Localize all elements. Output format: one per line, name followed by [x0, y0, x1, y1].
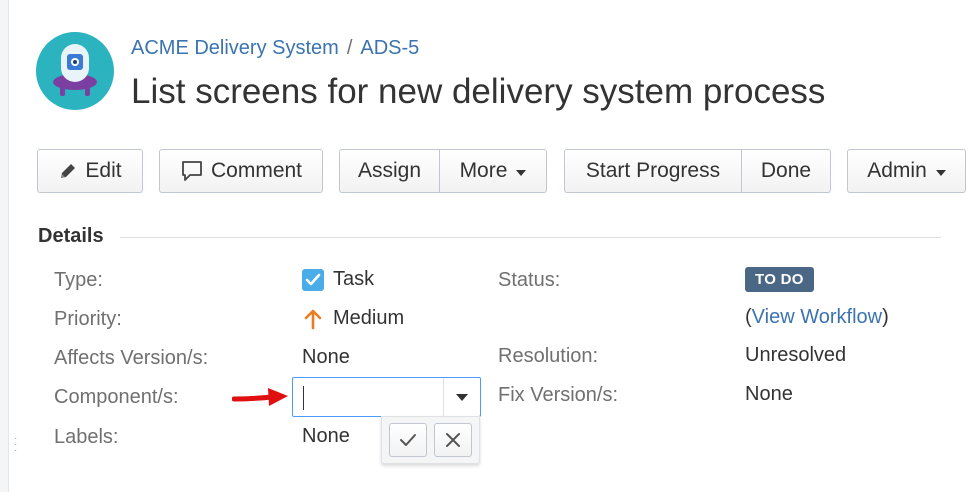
dropdown-caret-icon — [935, 169, 946, 176]
component-dropdown-toggle[interactable] — [443, 378, 480, 416]
inline-edit-save-panel — [381, 416, 480, 464]
priority-value-text: Medium — [333, 307, 405, 329]
project-avatar-icon[interactable] — [36, 32, 114, 110]
more-dropdown-button[interactable]: More — [440, 149, 547, 193]
comment-button-label: Comment — [210, 159, 303, 182]
start-progress-label: Start Progress — [585, 159, 721, 182]
text-cursor — [303, 386, 304, 410]
component-input[interactable] — [292, 377, 481, 417]
breadcrumb-project-link[interactable]: ACME Delivery System — [131, 37, 339, 59]
resolution-label: Resolution: — [498, 345, 599, 367]
save-button[interactable] — [389, 423, 427, 457]
labels-value[interactable]: None — [302, 425, 350, 448]
dropdown-caret-icon — [516, 169, 527, 176]
priority-label: Priority: — [54, 308, 122, 330]
view-workflow: (View Workflow) — [745, 306, 889, 329]
affects-version-value[interactable]: None — [302, 346, 350, 369]
start-progress-button[interactable]: Start Progress — [564, 149, 742, 193]
breadcrumb: ACME Delivery System / ADS-5 — [131, 37, 419, 60]
more-button-label: More — [459, 159, 508, 182]
edit-button-label: Edit — [85, 159, 122, 182]
workflow-close-paren: ) — [882, 306, 889, 328]
component-label: Component/s: — [54, 386, 179, 408]
dropdown-caret-icon — [456, 393, 468, 401]
type-label: Type: — [54, 269, 103, 291]
task-checkbox-icon — [302, 268, 324, 291]
details-divider — [120, 237, 941, 238]
comment-icon — [182, 161, 202, 181]
status-badge: TO DO — [745, 267, 814, 292]
type-value-text: Task — [333, 268, 375, 290]
assign-button-label: Assign — [357, 159, 422, 182]
annotation-arrow-icon — [232, 388, 288, 406]
status-label: Status: — [498, 269, 561, 291]
page-title: List screens for new delivery system pro… — [131, 72, 826, 111]
resolution-value: Unresolved — [745, 344, 847, 366]
workflow-open-paren: ( — [745, 306, 752, 328]
priority-value: Medium — [302, 307, 404, 330]
admin-button-label: Admin — [867, 159, 927, 182]
pencil-icon — [61, 164, 76, 178]
resize-grip-icon[interactable]: · · · — [14, 434, 17, 456]
view-workflow-link[interactable]: View Workflow — [752, 306, 882, 328]
fix-version-label: Fix Version/s: — [498, 384, 619, 406]
edit-button[interactable]: Edit — [37, 149, 143, 193]
cancel-button[interactable] — [434, 423, 472, 457]
labels-label: Labels: — [54, 426, 119, 448]
priority-medium-arrow-icon — [304, 309, 322, 329]
breadcrumb-issue-key-link[interactable]: ADS-5 — [360, 37, 419, 59]
left-sidebar-strip — [0, 0, 9, 492]
assign-button[interactable]: Assign — [339, 149, 440, 193]
details-heading: Details — [38, 225, 104, 247]
fix-version-value[interactable]: None — [745, 383, 793, 406]
admin-dropdown-button[interactable]: Admin — [847, 149, 966, 193]
affects-version-label: Affects Version/s: — [54, 347, 209, 369]
type-value: Task — [302, 268, 374, 291]
done-button[interactable]: Done — [742, 149, 831, 193]
done-button-label: Done — [760, 159, 812, 182]
checkmark-icon — [400, 434, 416, 446]
breadcrumb-separator: / — [346, 37, 353, 59]
comment-button[interactable]: Comment — [159, 149, 323, 193]
close-icon — [446, 433, 460, 447]
